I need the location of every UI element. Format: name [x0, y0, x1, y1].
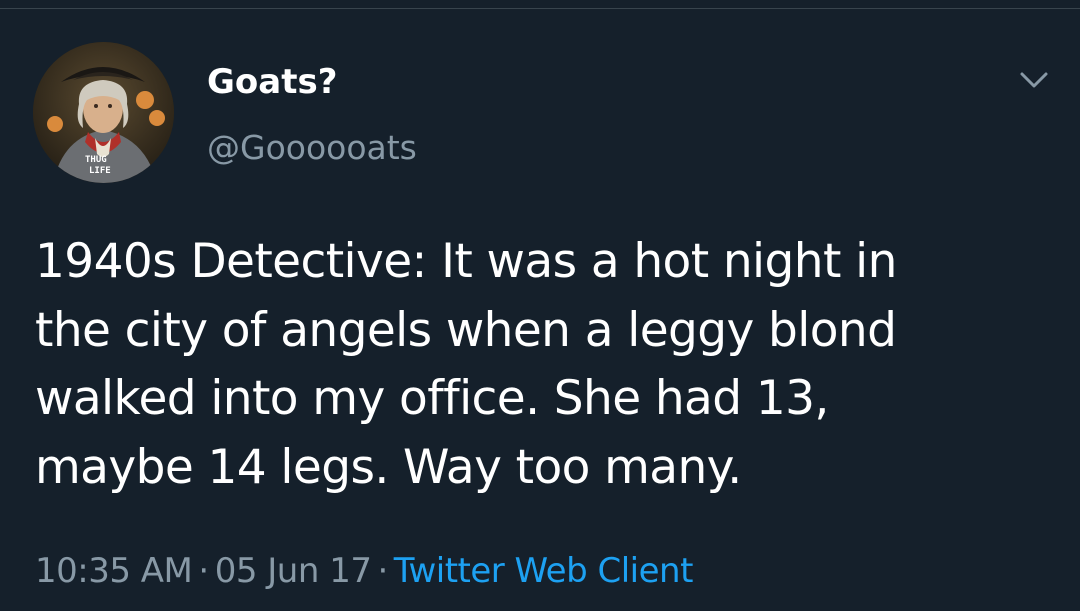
avatar-caption-line1: THUG	[85, 155, 107, 165]
tweet-text: 1940s Detective: It was a hot night in t…	[35, 228, 1055, 502]
display-name[interactable]: Goats?	[207, 62, 337, 102]
user-handle[interactable]: @Goooooats	[207, 128, 417, 168]
avatar-caption-line2: LIFE	[89, 166, 111, 176]
chevron-down-icon[interactable]	[1016, 68, 1052, 92]
meta-separator: ·	[198, 551, 209, 591]
tweet-line: maybe 14 legs. Way too many.	[35, 439, 742, 495]
tweet-card: THUG LIFE Goats? @Goooooats 1940s Detect…	[0, 0, 1080, 611]
avatar-portrait: THUG LIFE	[33, 42, 174, 183]
client-link[interactable]: Twitter Web Client	[394, 551, 694, 591]
tweet-meta: 10:35 AM · 05 Jun 17 · Twitter Web Client	[35, 549, 693, 593]
avatar[interactable]: THUG LIFE	[33, 42, 174, 183]
tweet-time[interactable]: 10:35 AM	[35, 551, 193, 591]
meta-separator: ·	[377, 551, 388, 591]
tweet-line: 1940s Detective: It was a hot night in	[35, 234, 897, 289]
tweet-line: the city of angels when a leggy blond	[35, 302, 897, 358]
tweet-date[interactable]: 05 Jun 17	[215, 551, 372, 591]
tweet-line: walked into my office. She had 13,	[35, 371, 829, 426]
